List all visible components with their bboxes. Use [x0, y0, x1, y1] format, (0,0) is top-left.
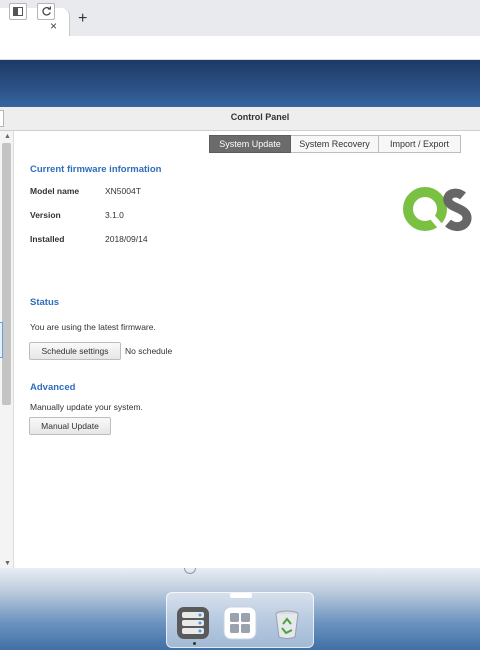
scrollbar-thumb[interactable]: [2, 143, 11, 405]
installed-value: 2018/09/14: [105, 234, 148, 244]
advanced-message: Manually update your system.: [30, 402, 143, 412]
window-back-button[interactable]: [0, 110, 4, 127]
model-name-value: XN5004T: [105, 186, 141, 196]
new-tab-button[interactable]: +: [78, 10, 87, 28]
app-grid-icon[interactable]: [223, 606, 257, 640]
refresh-button[interactable]: [37, 3, 55, 20]
firmware-section-title: Current firmware information: [30, 164, 162, 175]
refresh-icon: [42, 6, 51, 16]
scroll-down-icon[interactable]: ▼: [4, 560, 11, 567]
storage-manager-icon[interactable]: [176, 606, 210, 640]
browser-tab-strip: × +: [0, 0, 480, 36]
dock-active-dot: [193, 642, 196, 645]
version-value: 3.1.0: [105, 210, 124, 220]
browser-toolbar: [0, 36, 480, 60]
dock-page-indicator: [230, 593, 252, 598]
panel-toggle-icon: [13, 7, 23, 16]
installed-label: Installed: [30, 234, 65, 244]
sidebar-selection-marker: [0, 322, 3, 358]
advanced-section-title: Advanced: [30, 382, 76, 393]
scroll-up-icon[interactable]: ▲: [4, 133, 11, 140]
window-title: Control Panel: [230, 112, 290, 122]
panel-toggle-button[interactable]: [9, 3, 27, 20]
schedule-value: No schedule: [125, 346, 173, 356]
tab-import-export[interactable]: Import / Export: [379, 135, 461, 153]
model-name-label: Model name: [30, 186, 80, 196]
status-section-title: Status: [30, 297, 60, 308]
tab-system-update[interactable]: System Update: [209, 135, 291, 153]
version-label: Version: [30, 210, 61, 220]
tab-system-recovery[interactable]: System Recovery: [291, 135, 379, 153]
status-message: You are using the latest firmware.: [30, 322, 156, 332]
schedule-settings-button[interactable]: Schedule settings: [29, 342, 121, 360]
desktop-background: [0, 60, 480, 107]
recycle-bin-icon[interactable]: [270, 606, 304, 640]
manual-update-button[interactable]: Manual Update: [29, 417, 111, 435]
qnap-logo: [400, 186, 480, 232]
close-tab-icon[interactable]: ×: [50, 20, 57, 32]
